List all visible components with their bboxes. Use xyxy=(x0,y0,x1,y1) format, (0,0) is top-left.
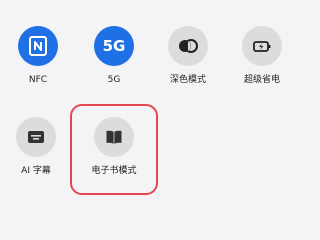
nfc-toggle[interactable]: NFC xyxy=(6,26,70,86)
ebook-mode-toggle[interactable]: 电子书模式 xyxy=(82,117,146,177)
battery-saver-icon xyxy=(242,26,282,66)
ai-subtitles-toggle[interactable]: AI 字幕 xyxy=(4,117,68,177)
5g-icon: 5G xyxy=(94,26,134,66)
dark-mode-toggle[interactable]: 深色模式 xyxy=(156,26,220,86)
5g-toggle[interactable]: 5G 5G xyxy=(82,26,146,86)
ai-subtitles-label: AI 字幕 xyxy=(21,166,51,176)
5g-label: 5G xyxy=(107,75,121,85)
super-saver-toggle[interactable]: 超级省电 xyxy=(230,26,294,86)
subtitles-icon xyxy=(16,117,56,157)
nfc-icon xyxy=(18,26,58,66)
5g-icon-text: 5G xyxy=(102,36,126,55)
ebook-mode-label: 电子书模式 xyxy=(91,166,137,176)
dark-mode-label: 深色模式 xyxy=(169,75,206,85)
book-icon xyxy=(94,117,134,157)
super-saver-label: 超级省电 xyxy=(243,75,280,85)
dark-mode-icon xyxy=(168,26,208,66)
nfc-label: NFC xyxy=(28,75,48,85)
